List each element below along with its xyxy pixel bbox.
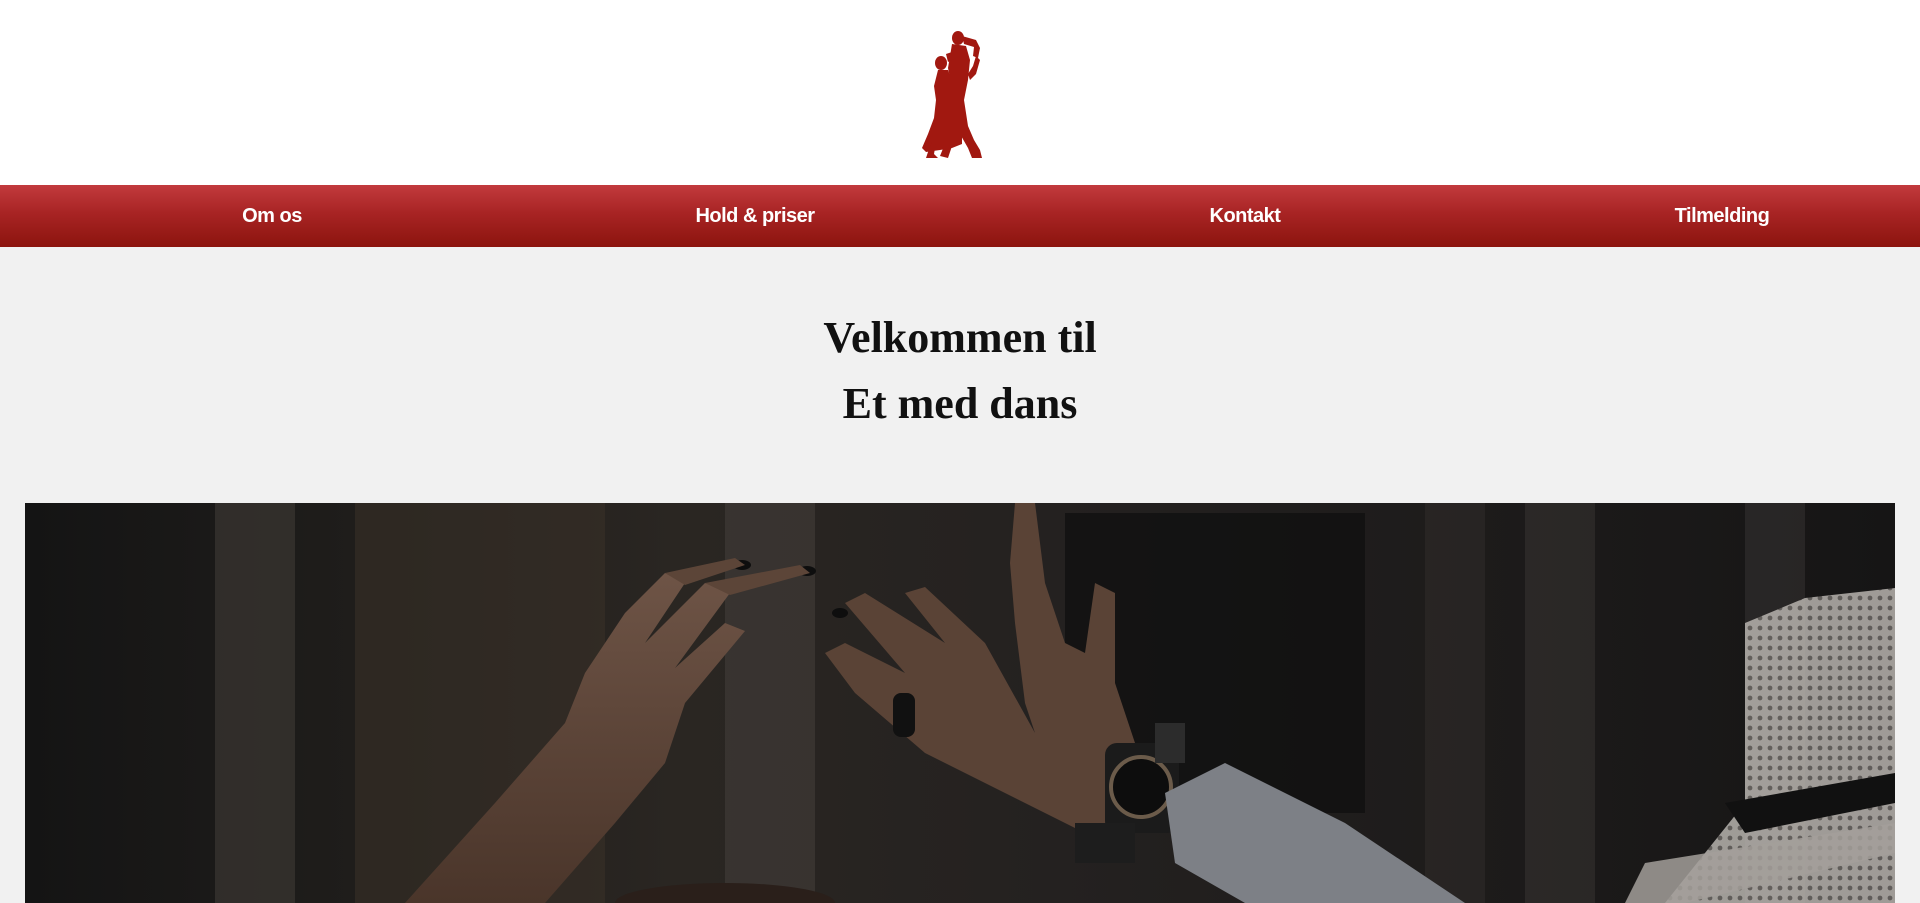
main-nav: Om os Hold & priser Kontakt Tilmelding — [0, 185, 1920, 247]
page-title: Velkommen til Et med dans — [0, 305, 1920, 437]
nav-item-kontakt[interactable]: Kontakt — [1210, 185, 1281, 247]
site-header — [0, 0, 1920, 185]
dance-hands-photo — [25, 503, 1895, 903]
page-title-line1: Velkommen til — [823, 313, 1097, 362]
page-title-line2: Et med dans — [842, 379, 1078, 428]
hero-image — [25, 503, 1895, 903]
nav-item-om-os[interactable]: Om os — [242, 185, 302, 247]
nav-item-tilmelding[interactable]: Tilmelding — [1675, 185, 1770, 247]
dancing-couple-logo-icon[interactable] — [918, 30, 998, 160]
nav-item-hold-priser[interactable]: Hold & priser — [695, 185, 815, 247]
